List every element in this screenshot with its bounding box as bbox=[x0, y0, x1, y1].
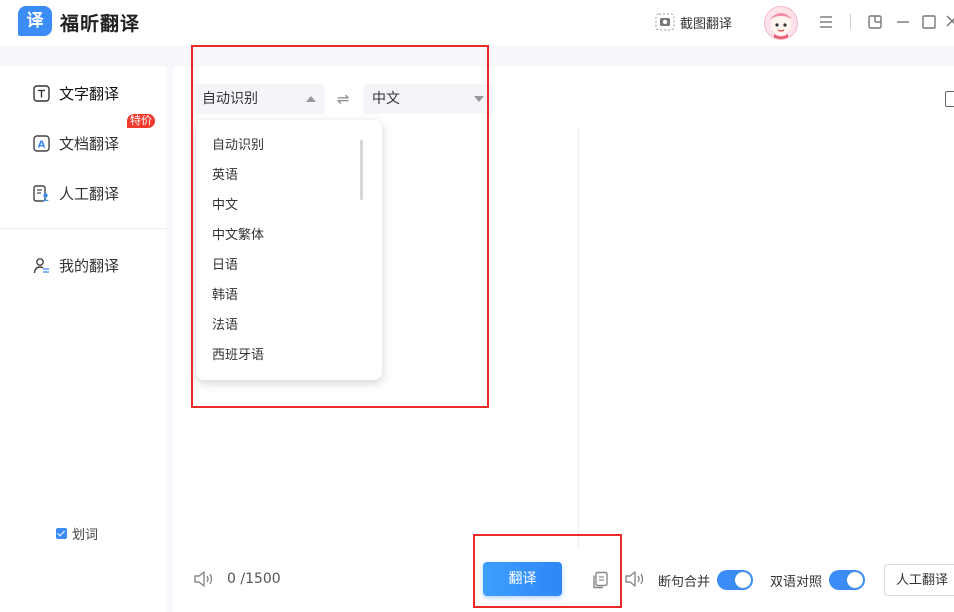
sidebar-divider bbox=[0, 228, 167, 229]
pin-window-icon[interactable] bbox=[867, 14, 883, 30]
menu-icon[interactable] bbox=[818, 14, 834, 30]
speaker-icon[interactable] bbox=[624, 570, 646, 588]
sidebar-item-label: 文档翻译 bbox=[59, 134, 120, 153]
minimize-icon[interactable] bbox=[895, 14, 911, 30]
source-footer: 0 /1500 bbox=[193, 569, 281, 589]
titlebar-separator bbox=[850, 14, 851, 29]
toggle-label: 双语对照 bbox=[770, 574, 823, 590]
sidebar-item-label: 文字翻译 bbox=[59, 84, 120, 103]
char-counter: 0 /1500 bbox=[227, 571, 281, 587]
text-t-icon bbox=[33, 84, 50, 102]
app-logo: 译 bbox=[18, 6, 52, 36]
avatar-image bbox=[770, 13, 792, 39]
title-bar: 译 福昕翻译 截图翻译 bbox=[0, 0, 954, 45]
sidebar-item-label: 我的翻译 bbox=[59, 256, 120, 275]
huaci-label: 划词 bbox=[72, 528, 99, 543]
person-document-icon bbox=[33, 184, 49, 202]
user-avatar[interactable] bbox=[764, 6, 798, 40]
document-a-icon: A bbox=[33, 134, 50, 152]
huaci-checkbox[interactable] bbox=[56, 528, 67, 539]
bilingual-setting: 双语对照 bbox=[770, 570, 866, 590]
speaker-icon[interactable] bbox=[193, 570, 215, 588]
svg-text:A: A bbox=[38, 139, 46, 150]
highlight-box-language bbox=[191, 45, 489, 408]
translate-button[interactable]: 翻译 bbox=[483, 562, 562, 596]
sidebar-item-my-translations[interactable]: 我的翻译 bbox=[33, 253, 119, 277]
screenshot-translate-label: 截图翻译 bbox=[680, 16, 733, 32]
screenshot-translate-button[interactable]: 截图翻译 bbox=[655, 12, 732, 32]
sidebar-item-document-translate[interactable]: A 文档翻译 bbox=[33, 131, 119, 155]
user-arrows-icon bbox=[33, 257, 49, 273]
huaci-toggle[interactable]: 划词 bbox=[56, 524, 98, 543]
panel-toggle-icon[interactable] bbox=[945, 91, 954, 107]
sentence-merge-toggle[interactable] bbox=[717, 570, 754, 590]
copy-icon[interactable] bbox=[591, 571, 609, 589]
close-icon[interactable] bbox=[945, 14, 954, 30]
camera-icon bbox=[655, 13, 675, 31]
maximize-icon[interactable] bbox=[921, 14, 937, 30]
human-translate-button[interactable]: 人工翻译 bbox=[884, 564, 954, 596]
sidebar-item-human-translate[interactable]: 人工翻译 bbox=[33, 181, 119, 205]
column-divider bbox=[578, 127, 579, 547]
sidebar-item-label: 人工翻译 bbox=[59, 184, 120, 203]
sidebar-item-text-translate[interactable]: 文字翻译 bbox=[33, 81, 119, 105]
app-title: 福昕翻译 bbox=[60, 13, 141, 35]
sentence-merge-setting: 断句合并 bbox=[658, 570, 754, 590]
toggle-label: 断句合并 bbox=[658, 574, 711, 590]
sale-badge: 特价 bbox=[127, 114, 155, 128]
bilingual-toggle[interactable] bbox=[829, 570, 866, 590]
